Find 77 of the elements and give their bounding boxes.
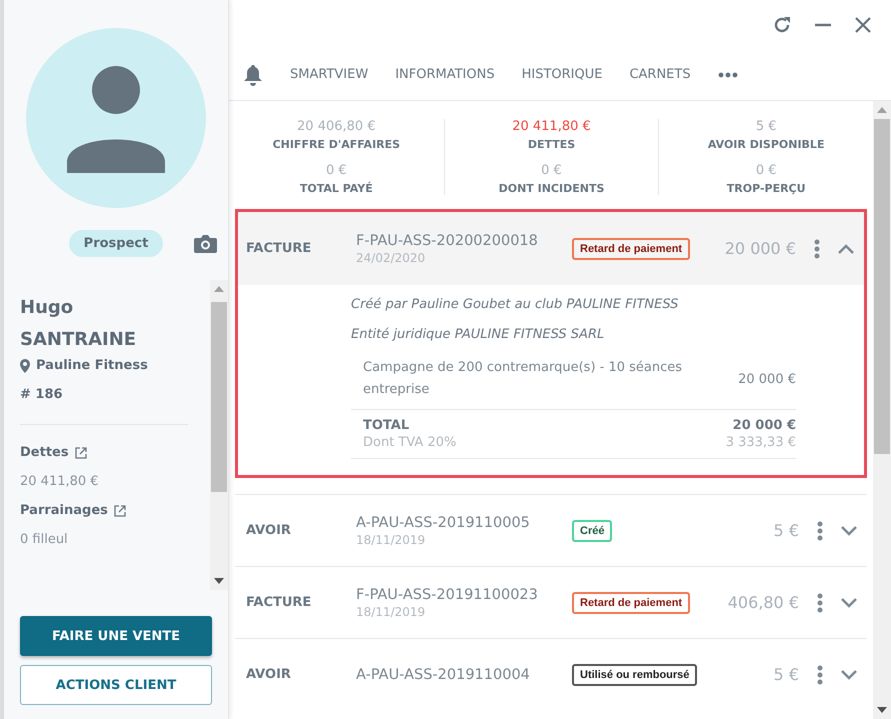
document-type: FACTURE	[246, 241, 312, 256]
scroll-up-icon[interactable]	[214, 286, 224, 292]
document-amount: 406,80 €	[726, 593, 800, 612]
external-link-icon[interactable]	[74, 446, 87, 458]
vat-label: Dont TVA 20%	[363, 435, 458, 450]
document-number: A-PAU-ASS-2019110005	[356, 514, 531, 530]
field-value: 0 filleul	[20, 532, 69, 547]
more-icon[interactable]	[718, 72, 738, 78]
scrollbar[interactable]	[210, 280, 228, 590]
document-amount: 5 €	[772, 665, 800, 684]
document-number: A-PAU-ASS-2019110004	[356, 666, 531, 682]
stat-label: DONT INCIDENTS	[498, 182, 604, 195]
external-link-icon[interactable]	[114, 504, 126, 516]
stat-value: 20 411,80 €	[512, 119, 591, 134]
line-item-amount: 20 000 €	[738, 372, 796, 386]
vat-amount: 3 333,33 €	[726, 435, 796, 450]
field-label: Parrainages	[20, 503, 108, 518]
field-label: Dettes	[20, 445, 69, 460]
chevron-up-icon[interactable]	[838, 244, 854, 254]
location-pin-icon	[20, 358, 30, 372]
document-header[interactable]: FACTURE F-PAU-ASS-20200200018 24/02/2020 Retard de paiement 20 000 €	[238, 212, 864, 285]
chevron-down-icon[interactable]	[841, 598, 857, 608]
stat-value: 0 €	[756, 163, 776, 178]
chevron-down-icon[interactable]	[841, 670, 857, 680]
line-item-label: Campagne de 200 contremarque(s) - 10 séances entreprise	[363, 359, 684, 399]
status-badge: Utilisé ou remboursé	[572, 664, 698, 686]
stat-label: DETTES	[528, 138, 576, 151]
close-icon[interactable]	[854, 16, 872, 34]
client-actions-button[interactable]: ACTIONS CLIENT	[20, 665, 212, 705]
stat-label: AVOIR DISPONIBLE	[708, 138, 824, 151]
more-options-icon[interactable]	[817, 520, 823, 540]
total-label: TOTAL	[363, 418, 410, 433]
stat-value: 5 €	[756, 119, 776, 134]
document-type: FACTURE	[246, 595, 312, 610]
tab[interactable]: SMARTVIEW	[290, 62, 368, 88]
stat-label: CHIFFRE D'AFFAIRES	[272, 138, 400, 151]
stat-label: TROP-PERÇU	[726, 182, 806, 195]
status-chip: Prospect	[68, 230, 164, 257]
creator-info: Créé par Pauline Goubet au club PAULINE FITNESS	[351, 297, 680, 312]
field-value: 20 411,80 €	[20, 474, 100, 489]
status-badge: Retard de paiement	[572, 592, 690, 614]
sale-button[interactable]: FAIRE UNE VENTE	[20, 616, 212, 656]
stat-label: TOTAL PAYÉ	[300, 182, 373, 195]
document-number: F-PAU-ASS-20200200018	[356, 232, 539, 248]
document-type: AVOIR	[246, 523, 292, 538]
document-amount: 5 €	[772, 521, 800, 540]
stat-value: 0 €	[326, 163, 347, 178]
chevron-down-icon[interactable]	[841, 526, 857, 536]
status-badge: Retard de paiement	[572, 238, 690, 260]
document-date: 24/02/2020	[356, 250, 426, 264]
tab[interactable]: CARNETS	[629, 62, 691, 88]
last-name: SANTRAINE	[20, 328, 138, 352]
document-number: F-PAU-ASS-20191100023	[356, 586, 539, 602]
more-options-icon[interactable]	[814, 238, 820, 258]
stat-value: 0 €	[541, 163, 562, 178]
status-badge: Créé	[572, 520, 612, 542]
scrollbar[interactable]	[873, 101, 891, 719]
first-name: Hugo	[20, 296, 74, 320]
stat-value: 20 406,80 €	[297, 119, 376, 134]
document-date: 18/11/2019	[356, 532, 426, 546]
member-number: # 186	[20, 387, 64, 402]
document-type: AVOIR	[246, 667, 292, 682]
bell-icon[interactable]	[243, 64, 263, 86]
more-options-icon[interactable]	[817, 592, 823, 612]
total-amount: 20 000 €	[732, 418, 796, 433]
tab[interactable]: INFORMATIONS	[395, 62, 495, 88]
club-name: Pauline Fitness	[36, 358, 148, 373]
scroll-up-icon[interactable]	[877, 107, 887, 113]
camera-icon[interactable]	[194, 234, 217, 254]
scroll-down-icon[interactable]	[877, 707, 887, 713]
scroll-down-icon[interactable]	[214, 578, 224, 584]
legal-entity-info: Entité juridique PAULINE FITNESS SARL	[351, 327, 606, 342]
more-options-icon[interactable]	[817, 664, 823, 684]
tab[interactable]: HISTORIQUE	[522, 62, 602, 88]
document-date: 18/11/2019	[356, 604, 426, 618]
document-amount: 20 000 €	[724, 239, 797, 258]
refresh-icon[interactable]	[772, 15, 792, 35]
